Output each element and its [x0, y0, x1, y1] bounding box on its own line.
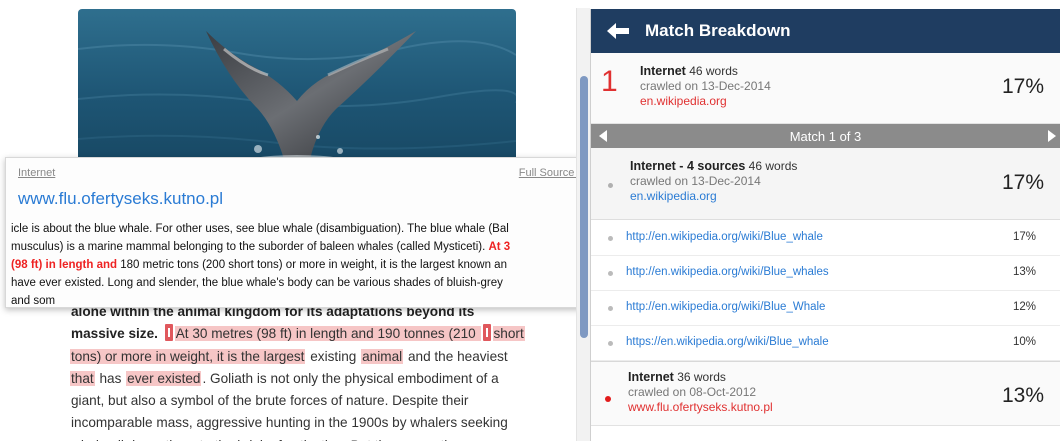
- document-line: giant, but also a symbol of the brute fo…: [70, 390, 570, 412]
- text-segment: icle is about the blue whale. For other …: [11, 223, 509, 235]
- sub-source-row[interactable]: http://en.wikipedia.org/wiki/Blue_whales…: [591, 256, 1060, 291]
- sub-source-row[interactable]: https://en.wikipedia.org/wiki/Blue_whale…: [591, 326, 1060, 361]
- text-segment: . Goliath is not only the physical embod…: [202, 370, 499, 386]
- panel-header: Match Breakdown: [591, 9, 1060, 53]
- sub-source-url[interactable]: http://en.wikipedia.org/wiki/Blue_whales: [626, 266, 829, 278]
- match-source: Internet: [628, 370, 674, 384]
- matched-text: At 3: [488, 241, 511, 253]
- group-source: Internet - 4 sources: [630, 159, 746, 173]
- group-percent: 17%: [1001, 171, 1044, 194]
- match-details: Internet 36 words crawled on 08-Oct-2012…: [628, 370, 773, 414]
- text-segment: have ever existed. Long and slender, the…: [11, 277, 503, 289]
- sub-source-percent: 17%: [1012, 231, 1036, 243]
- match-start-marker-icon[interactable]: [164, 324, 173, 342]
- sub-source-percent: 13%: [1012, 266, 1036, 278]
- source-url[interactable]: www.flu.ofertyseks.kutno.pl: [18, 189, 223, 209]
- excerpt-line: icle is about the blue whale. For other …: [11, 220, 582, 238]
- highlighted-text[interactable]: At 30 metres (98 ft) in length and 190 t…: [174, 326, 481, 342]
- sub-source-url[interactable]: https://en.wikipedia.org/wiki/Blue_whale: [626, 336, 829, 348]
- match-row-bottom[interactable]: Internet 36 words crawled on 08-Oct-2012…: [591, 361, 1060, 426]
- text-segment: musculus) is a marine mammal belonging t…: [11, 241, 489, 253]
- document-line: that has ever existed. Goliath is not on…: [70, 368, 570, 390]
- group-details: Internet - 4 sources 46 words crawled on…: [630, 159, 797, 203]
- arrow-left-icon[interactable]: [607, 22, 629, 40]
- scrollbar-thumb[interactable]: [580, 76, 588, 338]
- sub-source-url[interactable]: http://en.wikipedia.org/wiki/Blue_whale: [626, 231, 823, 243]
- text-segment: massive size.: [71, 326, 162, 342]
- match-row-top[interactable]: 1 Internet 46 words crawled on 13-Dec-20…: [591, 53, 1060, 124]
- document-text: alone within the animal kingdom for its …: [70, 301, 570, 441]
- dot-icon: [608, 306, 613, 311]
- text-segment: incomparable mass, aggressive hunting in…: [71, 415, 508, 431]
- highlighted-text[interactable]: tons) or more in weight, it is the large…: [70, 348, 306, 364]
- match-words: 36 words: [677, 370, 726, 384]
- text-segment: and the heaviest: [404, 348, 508, 364]
- group-words: 46 words: [748, 159, 798, 173]
- highlighted-text[interactable]: animal: [361, 348, 404, 364]
- text-segment: giant, but also a symbol of the brute fo…: [71, 393, 469, 409]
- match-domain[interactable]: www.flu.ofertyseks.kutno.pl: [628, 400, 773, 414]
- triangle-right-icon[interactable]: [1048, 130, 1056, 142]
- text-segment: has: [95, 370, 126, 386]
- match-percent: 13%: [1001, 384, 1044, 407]
- excerpt-line: (98 ft) in length and 180 metric tons (2…: [11, 256, 582, 274]
- source-preview-card: Internet Full Source T www.flu.ofertysek…: [5, 157, 583, 308]
- excerpt-line: musculus) is a marine mammal belonging t…: [11, 238, 582, 256]
- text-segment: and som: [11, 295, 56, 307]
- sub-source-row[interactable]: http://en.wikipedia.org/wiki/Blue_whale …: [591, 221, 1060, 256]
- highlighted-text[interactable]: short: [492, 326, 525, 342]
- panel-title: Match Breakdown: [645, 21, 791, 40]
- match-percent: 17%: [1001, 75, 1044, 98]
- match-words: 46 words: [689, 64, 738, 78]
- excerpt-line: have ever existed. Long and slender, the…: [11, 274, 582, 292]
- sub-source-row[interactable]: http://en.wikipedia.org/wiki/Blue_Whale …: [591, 291, 1060, 326]
- match-counter: Match 1 of 3: [789, 128, 862, 144]
- full-source-link[interactable]: Full Source T: [519, 167, 582, 179]
- dot-icon: [608, 341, 613, 346]
- match-end-marker-icon[interactable]: [482, 324, 491, 342]
- source-type-link[interactable]: Internet: [18, 167, 55, 179]
- match-source: Internet: [640, 64, 686, 78]
- document-line: incomparable mass, aggressive hunting in…: [70, 412, 570, 434]
- dot-icon: [608, 183, 613, 188]
- highlighted-text[interactable]: that: [70, 370, 95, 386]
- triangle-left-icon[interactable]: [599, 130, 607, 142]
- match-breakdown-panel: Match Breakdown 1 Internet 46 words craw…: [590, 9, 1060, 441]
- excerpt-line: and som: [11, 292, 582, 307]
- document-line: tons) or more in weight, it is the large…: [70, 346, 570, 368]
- document-scrollbar[interactable]: [576, 8, 590, 441]
- match-rank: 1: [601, 65, 618, 98]
- match-details: Internet 46 words crawled on 13-Dec-2014…: [640, 64, 771, 108]
- document-line: massive size. At 30 metres (98 ft) in le…: [70, 323, 570, 345]
- match-domain[interactable]: en.wikipedia.org: [640, 94, 771, 108]
- match-crawled: crawled on 08-Oct-2012: [628, 385, 757, 399]
- dot-icon: [608, 236, 613, 241]
- highlighted-text[interactable]: ever existed: [126, 370, 202, 386]
- source-excerpt: icle is about the blue whale. For other …: [11, 220, 582, 307]
- match-navigator: Match 1 of 3: [591, 124, 1060, 148]
- match-group-row[interactable]: Internet - 4 sources 46 words crawled on…: [591, 148, 1060, 220]
- sub-source-percent: 12%: [1012, 301, 1036, 313]
- whale-tail-image: [78, 9, 516, 179]
- dot-icon: [608, 271, 613, 276]
- matched-text: (98 ft) in length and: [11, 259, 118, 271]
- match-crawled: crawled on 13-Dec-2014: [640, 79, 771, 93]
- group-domain[interactable]: en.wikipedia.org: [630, 189, 797, 203]
- document-viewer: alone within the animal kingdom for its …: [0, 0, 590, 441]
- sub-source-url[interactable]: http://en.wikipedia.org/wiki/Blue_Whale: [626, 301, 825, 313]
- text-segment: existing: [306, 348, 361, 364]
- group-crawled: crawled on 13-Dec-2014: [630, 174, 761, 188]
- sub-source-percent: 10%: [1012, 336, 1036, 348]
- text-segment: 180 metric tons (200 short tons) or more…: [117, 259, 507, 271]
- document-line: whale oil drove them to the brink of ext…: [70, 435, 570, 441]
- red-dot-icon: [605, 396, 611, 402]
- sub-source-list: http://en.wikipedia.org/wiki/Blue_whale …: [591, 220, 1060, 361]
